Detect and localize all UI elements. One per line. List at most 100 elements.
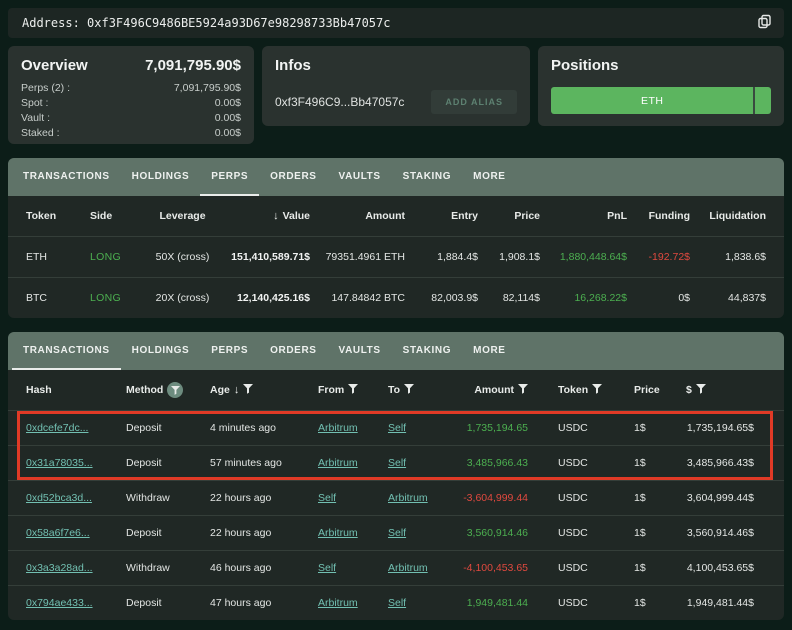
method-cell: Withdraw [126, 562, 210, 574]
age-filter-icon[interactable] [243, 384, 253, 397]
col-pnl[interactable]: PnL [540, 210, 627, 222]
hash-link[interactable]: 0xd52bca3d... [26, 492, 92, 504]
tab-transactions[interactable]: TRANSACTIONS [12, 332, 121, 370]
position-segment-other[interactable] [753, 87, 771, 114]
col-from: From [318, 384, 388, 397]
add-alias-button[interactable]: ADD ALIAS [431, 90, 517, 114]
positions-card: Positions ETH [538, 46, 784, 126]
to-link[interactable]: Self [388, 527, 406, 539]
col-amount[interactable]: Amount [310, 210, 405, 222]
amount-cell: 3,485,966.43 [448, 457, 528, 469]
hash-link[interactable]: 0x58a6f7e6... [26, 527, 90, 539]
token-cell: ETH [26, 251, 90, 263]
col-funding[interactable]: Funding [627, 210, 690, 222]
token-cell: USDC [528, 422, 612, 434]
tab-perps[interactable]: PERPS [200, 158, 259, 196]
tab-transactions[interactable]: TRANSACTIONS [12, 158, 121, 196]
from-filter-icon[interactable] [348, 384, 358, 397]
amount-cell: 3,560,914.46 [448, 527, 528, 539]
age-cell: 22 hours ago [210, 527, 318, 539]
sort-desc-icon: ↓ [273, 210, 279, 222]
col-token[interactable]: Token [26, 210, 90, 222]
col-hash: Hash [26, 384, 126, 396]
to-link[interactable]: Arbitrum [388, 562, 428, 574]
entry-cell: 82,003.9$ [405, 292, 478, 304]
address-value: 0xf3F496C9486BE5924a93D67e98298733Bb4705… [87, 16, 390, 30]
perps-row-eth[interactable]: ETH LONG 50X (cross) 151,410,589.71$ 793… [8, 236, 784, 277]
amount-filter-icon[interactable] [518, 384, 528, 397]
pnl-cell: 1,880,448.64$ [540, 251, 627, 263]
transactions-section: TRANSACTIONS HOLDINGS PERPS ORDERS VAULT… [8, 332, 784, 620]
hash-link[interactable]: 0x794ae433... [26, 597, 93, 609]
copy-address-button[interactable] [757, 14, 772, 32]
tab-vaults[interactable]: VAULTS [328, 158, 392, 196]
col-value[interactable]: ↓ Value [215, 210, 310, 222]
col-price: Price [612, 384, 668, 396]
price-cell: 1$ [612, 422, 668, 434]
col-to: To [388, 384, 448, 397]
leverage-cell: 20X (cross) [150, 292, 215, 304]
vault-value: 0.00$ [215, 111, 241, 126]
col-price[interactable]: Price [478, 210, 540, 222]
col-entry[interactable]: Entry [405, 210, 478, 222]
hash-link[interactable]: 0xdcefe7dc... [26, 422, 88, 434]
to-link[interactable]: Self [388, 597, 406, 609]
amount-cell: 1,949,481.44 [448, 597, 528, 609]
from-link[interactable]: Arbitrum [318, 422, 358, 434]
tab-holdings[interactable]: HOLDINGS [121, 332, 201, 370]
funding-cell: 0$ [627, 292, 690, 304]
tab-orders[interactable]: ORDERS [259, 158, 327, 196]
overview-title: Overview [21, 57, 88, 74]
perps-row-btc[interactable]: BTC LONG 20X (cross) 12,140,425.16$ 147.… [8, 277, 784, 318]
method-cell: Deposit [126, 597, 210, 609]
tab-vaults[interactable]: VAULTS [328, 332, 392, 370]
amount-cell: 147.84842 BTC [310, 292, 405, 304]
tab-orders[interactable]: ORDERS [259, 332, 327, 370]
spot-value: 0.00$ [215, 96, 241, 111]
from-link[interactable]: Self [318, 562, 336, 574]
method-filter-icon[interactable] [167, 382, 183, 398]
price-cell: 1$ [612, 562, 668, 574]
position-segment-eth[interactable]: ETH [551, 87, 753, 114]
hash-link[interactable]: 0x3a3a28ad... [26, 562, 93, 574]
tab-more[interactable]: MORE [462, 332, 516, 370]
usd-filter-icon[interactable] [696, 384, 706, 397]
col-usd: $ [668, 384, 766, 397]
from-link[interactable]: Arbitrum [318, 597, 358, 609]
col-liquidation[interactable]: Liquidation [690, 210, 766, 222]
to-link[interactable]: Arbitrum [388, 492, 428, 504]
infos-title: Infos [275, 57, 517, 74]
price-cell: 1,908.1$ [478, 251, 540, 263]
tab-staking[interactable]: STAKING [392, 158, 462, 196]
method-cell: Deposit [126, 422, 210, 434]
tab-holdings[interactable]: HOLDINGS [121, 158, 201, 196]
token-cell: USDC [528, 562, 612, 574]
transaction-row: 0x794ae433... Deposit 47 hours ago Arbit… [8, 585, 784, 620]
col-side[interactable]: Side [90, 210, 150, 222]
to-link[interactable]: Self [388, 457, 406, 469]
from-link[interactable]: Self [318, 492, 336, 504]
usd-cell: 3,560,914.46$ [668, 527, 766, 539]
copy-icon [757, 14, 772, 32]
hash-link[interactable]: 0x31a78035... [26, 457, 93, 469]
value-cell: 12,140,425.16$ [215, 292, 310, 304]
token-cell: USDC [528, 597, 612, 609]
sort-desc-icon[interactable]: ↓ [234, 384, 240, 396]
to-filter-icon[interactable] [404, 384, 414, 397]
col-leverage[interactable]: Leverage [150, 210, 215, 222]
method-cell: Withdraw [126, 492, 210, 504]
to-link[interactable]: Self [388, 422, 406, 434]
tab-perps[interactable]: PERPS [200, 332, 259, 370]
col-amount: Amount [448, 384, 528, 397]
price-cell: 1$ [612, 597, 668, 609]
from-link[interactable]: Arbitrum [318, 527, 358, 539]
token-cell: USDC [528, 457, 612, 469]
tab-staking[interactable]: STAKING [392, 332, 462, 370]
token-filter-icon[interactable] [592, 384, 602, 397]
overview-total: 7,091,795.90$ [145, 57, 241, 74]
tab-more[interactable]: MORE [462, 158, 516, 196]
pnl-cell: 16,268.22$ [540, 292, 627, 304]
staked-value: 0.00$ [215, 126, 241, 141]
from-link[interactable]: Arbitrum [318, 457, 358, 469]
price-cell: 82,114$ [478, 292, 540, 304]
